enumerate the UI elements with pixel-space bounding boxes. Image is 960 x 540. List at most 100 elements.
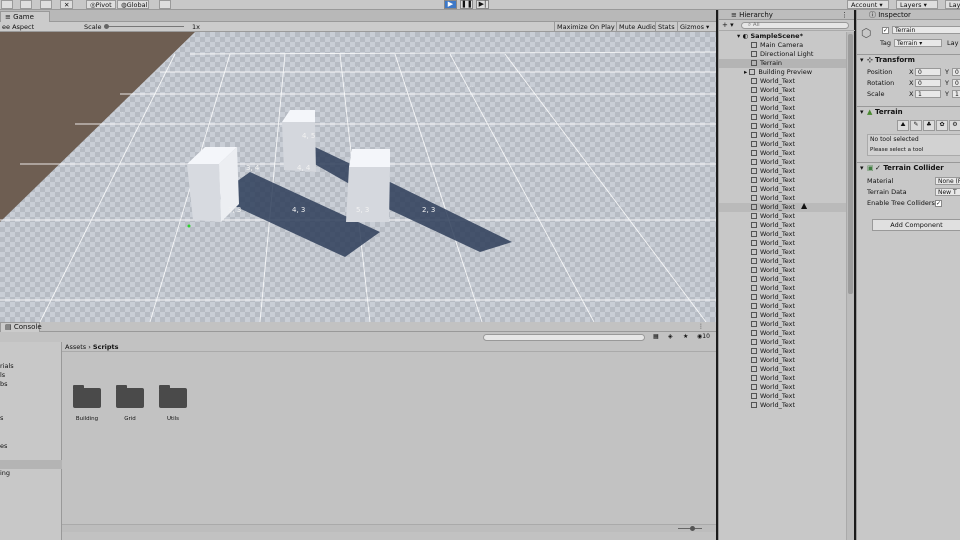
rotation-y-field[interactable]: 0 bbox=[952, 79, 960, 87]
hierarchy-item[interactable]: Main Camera bbox=[751, 41, 803, 50]
layers-dropdown[interactable]: Layers ▾ bbox=[896, 0, 938, 9]
tree-item[interactable]: s bbox=[0, 414, 3, 423]
favorite-icon[interactable]: ★ bbox=[683, 333, 688, 340]
hierarchy-item[interactable]: World_Text bbox=[751, 194, 795, 203]
stats-toggle[interactable]: Stats bbox=[655, 22, 677, 32]
add-component-button[interactable]: Add Component bbox=[872, 219, 960, 231]
icon-size-handle[interactable] bbox=[690, 526, 695, 531]
paint-tree-icon[interactable]: ♣ bbox=[923, 120, 935, 131]
hierarchy-item[interactable]: World_Text bbox=[751, 338, 795, 347]
account-dropdown[interactable]: Account ▾ bbox=[847, 0, 889, 9]
maximize-on-play-toggle[interactable]: Maximize On Play bbox=[554, 22, 617, 32]
add-icon[interactable]: + ▾ bbox=[722, 21, 734, 29]
hierarchy-item[interactable]: World_Text bbox=[751, 239, 795, 248]
snap-icon[interactable] bbox=[159, 0, 171, 9]
terrain-component-header[interactable]: ▾ ▲ Terrain bbox=[857, 106, 960, 117]
move-tool-icon[interactable] bbox=[20, 0, 32, 9]
hierarchy-item[interactable]: World_Text bbox=[751, 158, 795, 167]
game-viewport[interactable]: 3, 3 4, 3 5, 3 2, 3 4, 4 4, 5 3, 4 ·· ·· ·… bbox=[0, 32, 716, 322]
gizmos-dropdown[interactable]: Gizmos ▾ bbox=[677, 22, 711, 32]
hierarchy-item[interactable]: World_Text bbox=[751, 104, 795, 113]
hierarchy-item[interactable]: World_Text bbox=[751, 401, 795, 410]
hierarchy-item[interactable]: World_Text bbox=[751, 230, 795, 239]
hierarchy-item[interactable]: World_Text bbox=[751, 302, 795, 311]
scale-slider[interactable]: Scale 1x bbox=[82, 22, 202, 32]
hierarchy-item[interactable]: World_Text bbox=[751, 113, 795, 122]
hierarchy-item[interactable]: World_Text bbox=[751, 383, 795, 392]
breadcrumb-current[interactable]: Scripts bbox=[93, 343, 119, 351]
hierarchy-item[interactable]: World_Text bbox=[751, 329, 795, 338]
hidden-count[interactable]: ◉10 bbox=[697, 333, 710, 340]
position-y-field[interactable]: 0 bbox=[952, 68, 960, 76]
mute-audio-toggle[interactable]: Mute Audio bbox=[616, 22, 658, 32]
hierarchy-item[interactable]: World_Text bbox=[751, 131, 795, 140]
tree-item-selected[interactable] bbox=[0, 460, 62, 469]
hierarchy-search-input[interactable]: ⌕ All bbox=[741, 22, 849, 29]
hierarchy-item[interactable]: World_Text bbox=[751, 392, 795, 401]
hierarchy-item[interactable]: World_Text bbox=[751, 293, 795, 302]
hierarchy-item-selected[interactable]: Terrain bbox=[719, 59, 847, 68]
active-checkbox[interactable]: ✓ bbox=[882, 27, 889, 34]
hierarchy-item[interactable]: World_Text bbox=[751, 176, 795, 185]
aspect-dropdown[interactable]: ee Aspect bbox=[0, 22, 76, 32]
position-x-field[interactable]: 0 bbox=[915, 68, 941, 76]
folder-building[interactable]: Building bbox=[72, 385, 102, 422]
folder-utils[interactable]: Utils bbox=[158, 385, 188, 422]
hierarchy-item[interactable]: World_Text bbox=[751, 95, 795, 104]
tag-dropdown[interactable]: Terrain ▾ bbox=[894, 39, 942, 47]
hierarchy-item[interactable]: Directional Light bbox=[751, 50, 813, 59]
tab-game[interactable]: ≡ Game bbox=[0, 11, 50, 22]
hierarchy-item[interactable]: World_Text bbox=[751, 311, 795, 320]
hierarchy-item[interactable]: World_Text bbox=[751, 212, 795, 221]
hierarchy-item[interactable]: World_Text bbox=[751, 140, 795, 149]
hierarchy-item[interactable]: World_Text bbox=[751, 356, 795, 365]
folder-grid[interactable]: Grid bbox=[115, 385, 145, 422]
hierarchy-item[interactable]: World_Text bbox=[751, 122, 795, 131]
raise-terrain-icon[interactable]: ⛰ bbox=[897, 120, 909, 131]
tree-item[interactable]: ls bbox=[0, 371, 5, 380]
hierarchy-item[interactable]: World_Text bbox=[751, 374, 795, 383]
step-button[interactable]: ▶| bbox=[476, 0, 489, 9]
tab-console[interactable]: ▤ Console bbox=[0, 322, 42, 332]
rotation-x-field[interactable]: 0 bbox=[915, 79, 941, 87]
project-search-input[interactable] bbox=[483, 334, 645, 341]
hierarchy-item[interactable]: World_Text bbox=[751, 86, 795, 95]
terrain-settings-icon[interactable]: ⚙ bbox=[949, 120, 960, 131]
material-field[interactable]: None (P bbox=[935, 177, 960, 185]
hierarchy-item[interactable]: World_Text bbox=[751, 320, 795, 329]
hierarchy-item[interactable]: World_Text bbox=[719, 203, 847, 212]
tree-item[interactable]: rials bbox=[0, 362, 14, 371]
tree-colliders-checkbox[interactable]: ✓ bbox=[935, 200, 942, 207]
label-icon[interactable]: ◈ bbox=[668, 333, 673, 340]
hierarchy-item[interactable]: World_Text bbox=[751, 347, 795, 356]
hierarchy-item[interactable]: World_Text bbox=[751, 284, 795, 293]
object-name-field[interactable]: Terrain bbox=[892, 26, 960, 34]
tree-item[interactable]: ing bbox=[0, 469, 10, 478]
panel-menu-icon[interactable]: ⋮ bbox=[841, 10, 848, 20]
hierarchy-item[interactable]: World_Text bbox=[751, 167, 795, 176]
hierarchy-item[interactable]: World_Text bbox=[751, 248, 795, 257]
scrollbar-thumb[interactable] bbox=[848, 34, 853, 294]
hierarchy-item[interactable]: World_Text bbox=[751, 266, 795, 275]
paint-brush-icon[interactable]: ✎ bbox=[910, 120, 922, 131]
hierarchy-item[interactable]: World_Text bbox=[751, 365, 795, 374]
breadcrumb-root[interactable]: Assets bbox=[65, 343, 86, 351]
hierarchy-item[interactable]: World_Text bbox=[751, 185, 795, 194]
terrain-data-field[interactable]: New T bbox=[935, 188, 960, 196]
hierarchy-item[interactable]: World_Text bbox=[751, 221, 795, 230]
transform-header[interactable]: ▾ ⊹ Transform bbox=[857, 54, 960, 65]
hierarchy-scrollbar[interactable] bbox=[846, 32, 854, 540]
hierarchy-item[interactable]: ▸ Building Preview bbox=[744, 68, 812, 77]
paint-details-icon[interactable]: ✿ bbox=[936, 120, 948, 131]
layout-dropdown[interactable]: Lay bbox=[945, 0, 960, 9]
hierarchy-item[interactable]: World_Text bbox=[751, 77, 795, 86]
rect-tool-icon[interactable]: ✕ bbox=[60, 0, 73, 9]
hierarchy-item[interactable]: World_Text bbox=[751, 275, 795, 284]
tree-item[interactable]: es bbox=[0, 442, 7, 451]
hierarchy-item[interactable]: World_Text bbox=[751, 257, 795, 266]
pause-button[interactable]: ❚❚ bbox=[460, 0, 473, 9]
filter-icon[interactable]: ▦ bbox=[653, 333, 659, 340]
panel-menu-icon[interactable]: ⋮ bbox=[698, 323, 704, 330]
scale-y-field[interactable]: 1 bbox=[952, 90, 960, 98]
rotate-tool-icon[interactable] bbox=[40, 0, 52, 9]
